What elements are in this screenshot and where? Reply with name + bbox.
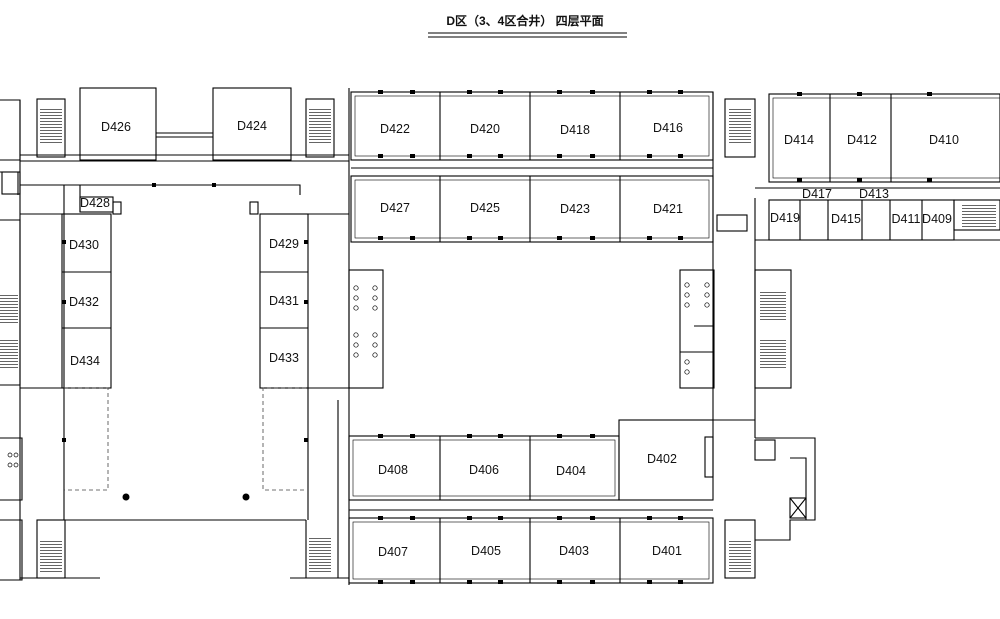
- room-D402: D402: [647, 452, 677, 466]
- room-D406: D406: [469, 463, 499, 477]
- room-D432: D432: [69, 295, 99, 309]
- room-D419: D419: [770, 211, 800, 225]
- room-D425: D425: [470, 201, 500, 215]
- room-D423: D423: [560, 202, 590, 216]
- column-dot: [242, 493, 250, 501]
- stair-hatch: [0, 107, 996, 574]
- room-D417: D417: [802, 187, 832, 201]
- room-D418: D418: [560, 123, 590, 137]
- room-D430: D430: [69, 238, 99, 252]
- room-D411: D411: [892, 212, 921, 226]
- room-D410: D410: [929, 133, 959, 147]
- room-D429: D429: [269, 237, 299, 251]
- room-D403: D403: [559, 544, 589, 558]
- room-D407: D407: [378, 545, 408, 559]
- room-D415: D415: [831, 212, 861, 226]
- room-D431: D431: [269, 294, 299, 308]
- room-D409: D409: [922, 212, 952, 226]
- floor-plan: D区（3、4区合井） 四层平面 D426 D424 D422 D420 D418…: [0, 13, 1000, 585]
- room-D408: D408: [378, 463, 408, 477]
- room-D420: D420: [470, 122, 500, 136]
- room-D404: D404: [556, 464, 586, 478]
- room-D428: D428: [80, 196, 110, 210]
- room-D427: D427: [380, 201, 410, 215]
- column-dot: [122, 493, 130, 501]
- room-D424: D424: [237, 119, 267, 133]
- room-D433: D433: [269, 351, 299, 365]
- main-block-walls: [348, 91, 816, 584]
- courtyard-dashed: [64, 387, 306, 491]
- room-D422: D422: [380, 122, 410, 136]
- room-D426: D426: [101, 120, 131, 134]
- walls: [0, 87, 350, 585]
- room-D414: D414: [784, 133, 814, 147]
- room-D421: D421: [653, 202, 683, 216]
- room-D413: D413: [859, 187, 889, 201]
- washroom-fixtures: [7, 282, 710, 468]
- room-D412: D412: [847, 133, 877, 147]
- room-D416: D416: [653, 121, 683, 135]
- room-D434: D434: [70, 354, 100, 368]
- plan-title: D区（3、4区合井） 四层平面: [446, 13, 603, 28]
- room-D405: D405: [471, 544, 501, 558]
- room-D401: D401: [652, 544, 682, 558]
